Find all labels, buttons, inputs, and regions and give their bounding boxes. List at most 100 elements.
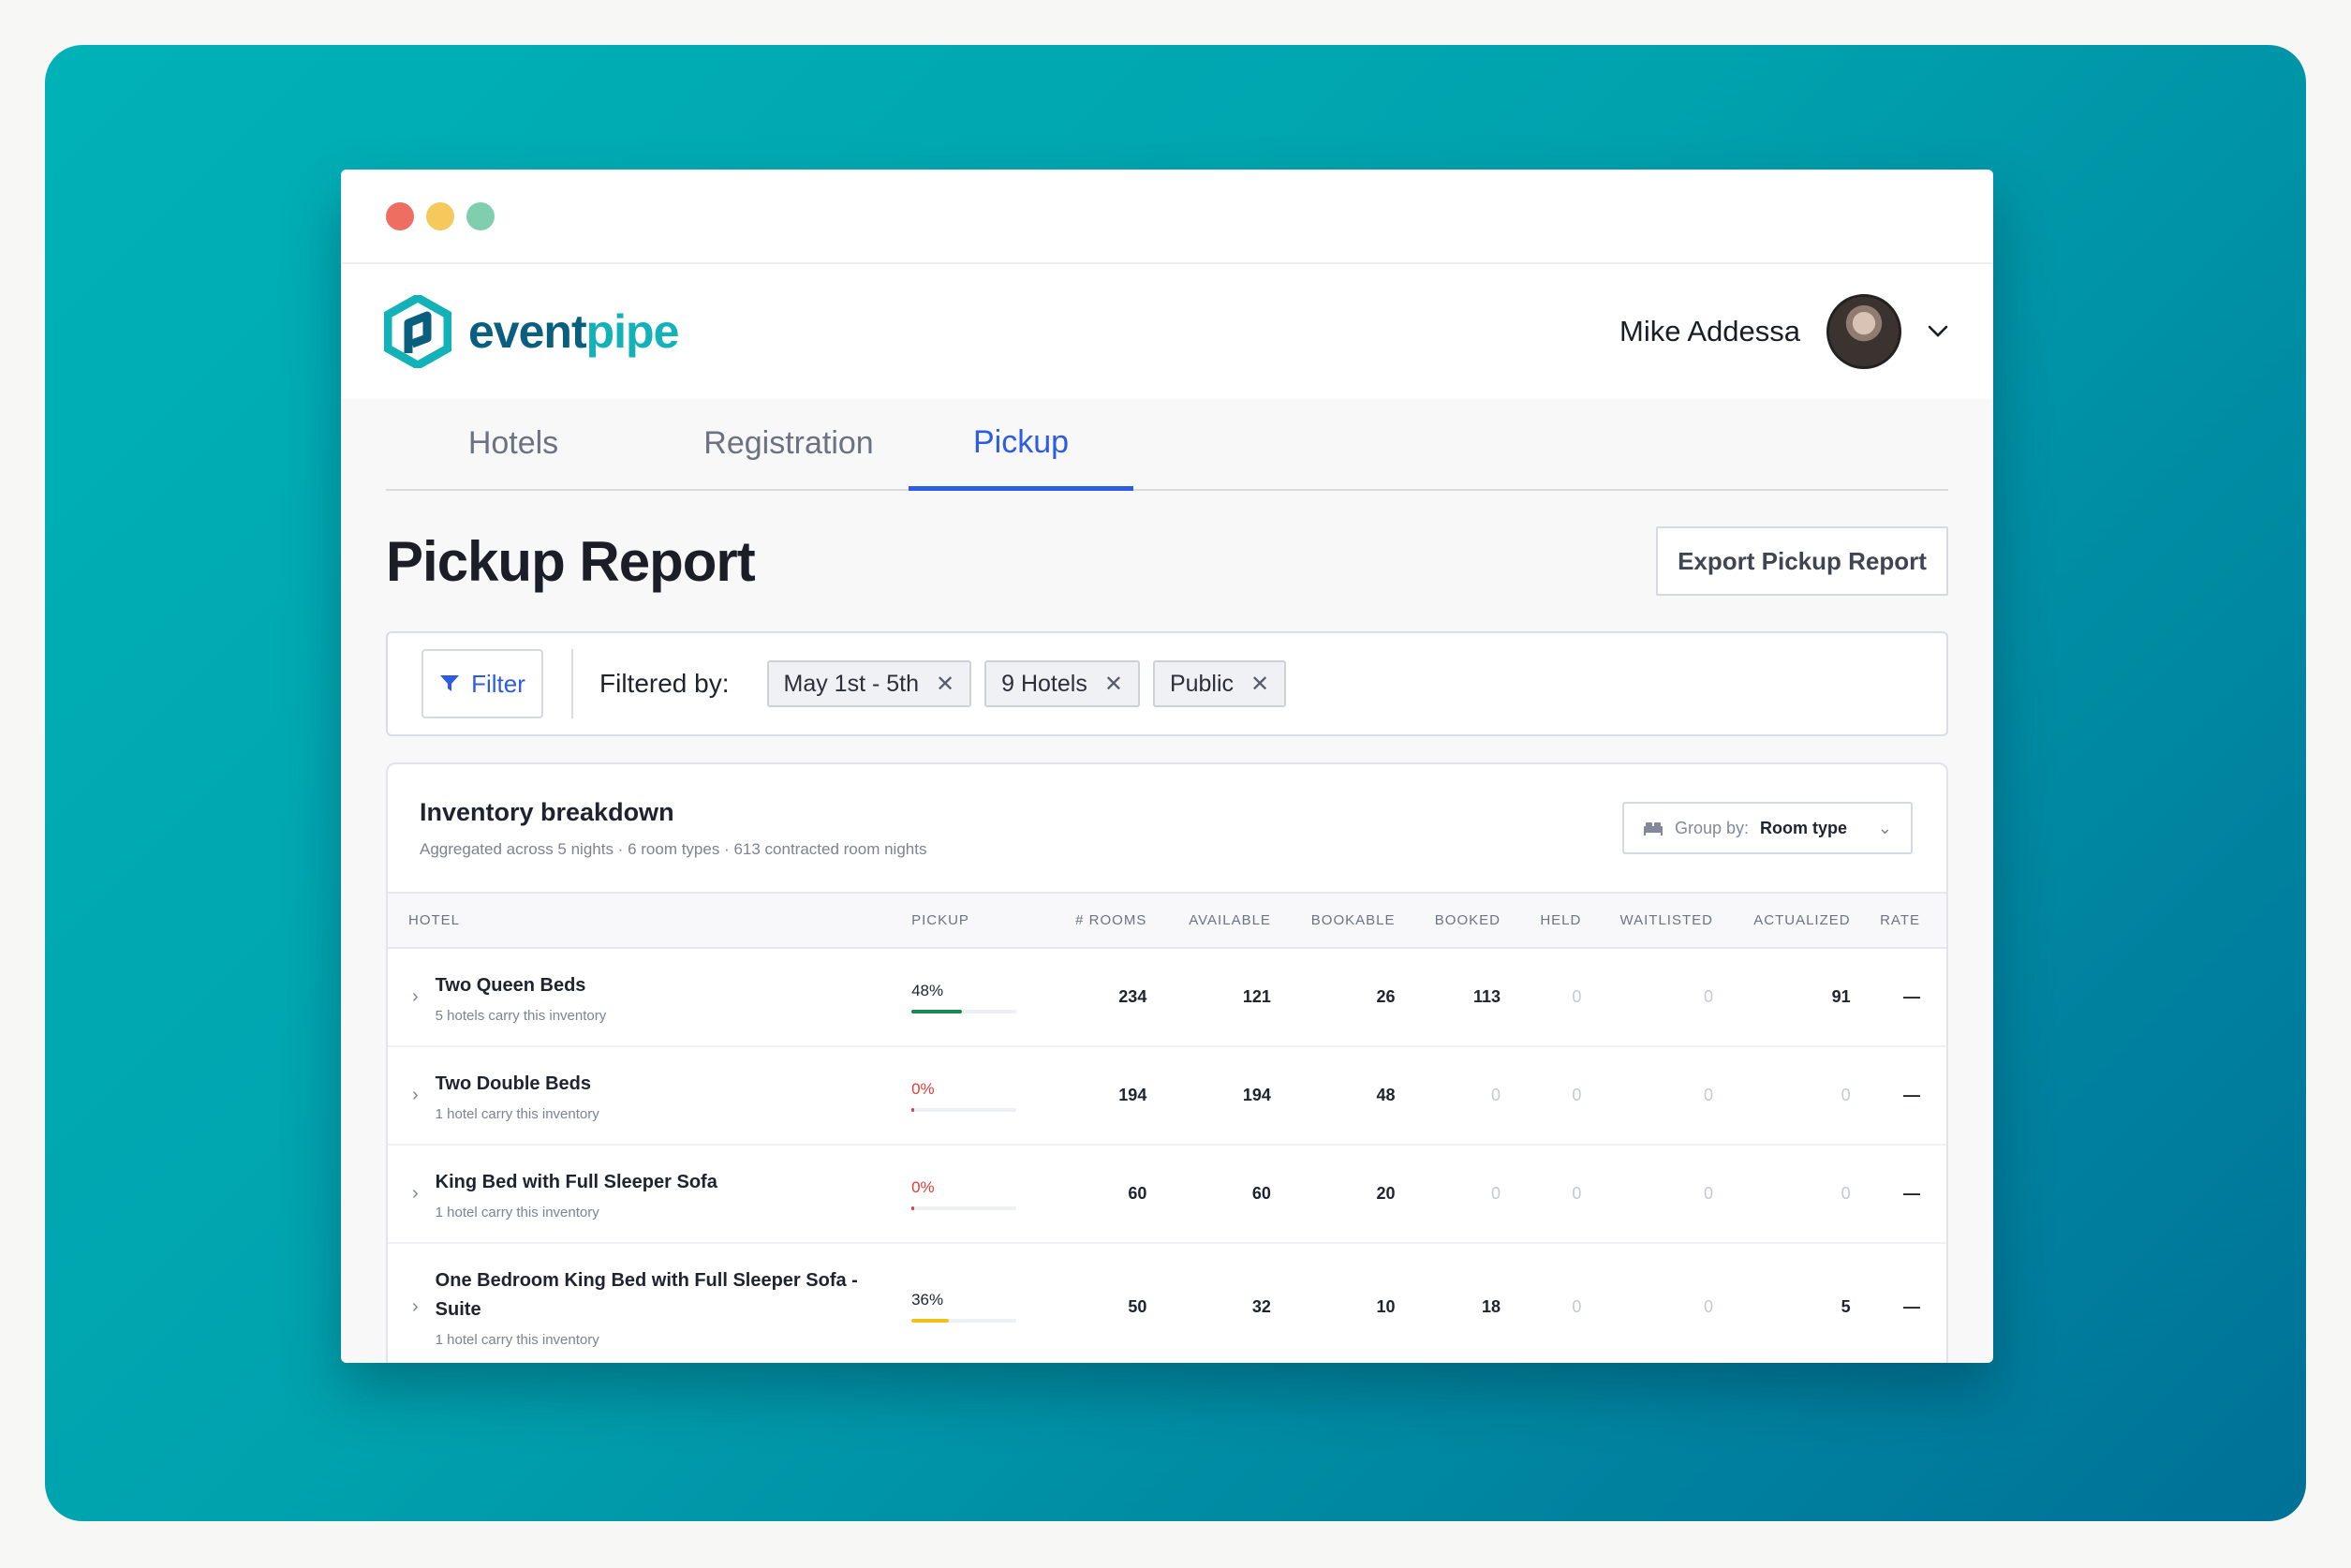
actualized-cell: 5 bbox=[1738, 1243, 1877, 1363]
page-title: Pickup Report bbox=[386, 529, 756, 593]
maximize-window-button[interactable] bbox=[466, 201, 495, 230]
column-header-rooms[interactable]: # ROOMS bbox=[1044, 894, 1174, 949]
table-row[interactable]: › King Bed with Full Sleeper Sofa 1 hote… bbox=[388, 1145, 1946, 1244]
actualized-cell: 91 bbox=[1738, 948, 1877, 1047]
pickup-percent: 48% bbox=[911, 981, 944, 999]
pickup-percent: 36% bbox=[911, 1291, 944, 1309]
group-by-value: Room type bbox=[1760, 818, 1848, 837]
column-header-booked[interactable]: BOOKED bbox=[1421, 894, 1527, 949]
tab-pickup[interactable]: Pickup bbox=[909, 399, 1133, 491]
filter-button[interactable]: Filter bbox=[421, 649, 543, 718]
chevron-right-icon[interactable]: › bbox=[412, 986, 419, 1008]
close-icon[interactable]: ✕ bbox=[936, 671, 954, 698]
booked-cell: 113 bbox=[1421, 948, 1527, 1047]
column-header-hotel[interactable]: HOTEL bbox=[388, 894, 905, 949]
divider bbox=[571, 649, 573, 718]
window-titlebar bbox=[341, 170, 1993, 264]
close-window-button[interactable] bbox=[386, 201, 414, 230]
table-row[interactable]: › Two Queen Beds 5 hotels carry this inv… bbox=[388, 948, 1946, 1047]
column-header-rate[interactable]: RATE bbox=[1876, 894, 1946, 949]
rate-cell: — bbox=[1876, 1046, 1946, 1146]
brand-name-part1: event bbox=[468, 305, 587, 358]
rooms-cell: 50 bbox=[1044, 1243, 1174, 1363]
rate-cell: — bbox=[1876, 1243, 1946, 1363]
minimize-window-button[interactable] bbox=[426, 201, 454, 230]
close-icon[interactable]: ✕ bbox=[1104, 671, 1123, 698]
funnel-icon bbox=[440, 675, 460, 691]
export-pickup-report-button[interactable]: Export Pickup Report bbox=[1656, 526, 1948, 596]
room-type-name: King Bed with Full Sleeper Sofa bbox=[435, 1171, 717, 1192]
room-type-subtitle: 1 hotel carry this inventory bbox=[435, 1204, 599, 1220]
column-header-actualized[interactable]: ACTUALIZED bbox=[1738, 894, 1877, 949]
brand-name-part2: pipe bbox=[585, 305, 680, 358]
app-window: eventpipe Mike Addessa Hotels Registrati… bbox=[341, 170, 1993, 1363]
column-header-available[interactable]: AVAILABLE bbox=[1173, 894, 1297, 949]
pickup-progress-fill bbox=[911, 1107, 914, 1112]
pickup-progress-bar bbox=[911, 1206, 1017, 1210]
chevron-right-icon[interactable]: › bbox=[412, 1183, 419, 1205]
user-name: Mike Addessa bbox=[1619, 315, 1800, 348]
pickup-progress-bar bbox=[911, 1009, 1017, 1013]
filter-chip-public[interactable]: Public ✕ bbox=[1152, 660, 1287, 707]
held-cell: 0 bbox=[1526, 1145, 1608, 1244]
available-cell: 32 bbox=[1173, 1243, 1297, 1363]
filter-chip-dates[interactable]: May 1st - 5th ✕ bbox=[766, 660, 972, 707]
pickup-percent: 0% bbox=[911, 1177, 935, 1196]
table-header-row: HOTEL PICKUP # ROOMS AVAILABLE BOOKABLE … bbox=[388, 894, 1946, 949]
tab-hotels[interactable]: Hotels bbox=[429, 397, 598, 489]
chevron-down-icon[interactable] bbox=[1928, 325, 1948, 338]
column-header-pickup[interactable]: PICKUP bbox=[904, 894, 1045, 949]
inventory-panel: Inventory breakdown Aggregated across 5 … bbox=[386, 762, 1948, 1363]
bookable-cell: 10 bbox=[1296, 1243, 1422, 1363]
available-cell: 60 bbox=[1173, 1145, 1297, 1244]
chevron-down-icon: ⌄ bbox=[1877, 818, 1892, 837]
pickup-progress-fill bbox=[911, 1009, 962, 1013]
held-cell: 0 bbox=[1526, 948, 1608, 1047]
hotel-cell: › One Bedroom King Bed with Full Sleeper… bbox=[388, 1243, 905, 1363]
tab-registration[interactable]: Registration bbox=[667, 397, 910, 489]
waitlisted-cell: 0 bbox=[1607, 1243, 1739, 1363]
table-row[interactable]: › One Bedroom King Bed with Full Sleeper… bbox=[388, 1243, 1946, 1363]
user-menu[interactable]: Mike Addessa bbox=[1619, 294, 1948, 369]
rooms-cell: 234 bbox=[1044, 948, 1174, 1047]
hotel-cell: › Two Double Beds 1 hotel carry this inv… bbox=[388, 1046, 905, 1146]
actualized-cell: 0 bbox=[1738, 1145, 1877, 1244]
hotel-cell: › King Bed with Full Sleeper Sofa 1 hote… bbox=[388, 1145, 905, 1244]
column-header-bookable[interactable]: BOOKABLE bbox=[1296, 894, 1422, 949]
group-by-select[interactable]: Group by: Room type ⌄ bbox=[1622, 802, 1913, 854]
waitlisted-cell: 0 bbox=[1607, 948, 1739, 1047]
filter-bar: Filter Filtered by: May 1st - 5th ✕ 9 Ho… bbox=[386, 631, 1948, 736]
brand-logo[interactable]: eventpipe bbox=[384, 295, 680, 368]
filtered-by-label: Filtered by: bbox=[599, 669, 730, 698]
column-header-waitlisted[interactable]: WAITLISTED bbox=[1607, 894, 1739, 949]
room-type-subtitle: 5 hotels carry this inventory bbox=[435, 1007, 607, 1024]
booked-cell: 18 bbox=[1421, 1243, 1527, 1363]
pickup-cell: 0% bbox=[904, 1145, 1045, 1244]
rate-cell: — bbox=[1876, 948, 1946, 1047]
pickup-progress-fill bbox=[911, 1319, 950, 1323]
pickup-percent: 0% bbox=[911, 1079, 935, 1098]
filter-chip-hotels[interactable]: 9 Hotels ✕ bbox=[984, 660, 1140, 707]
chevron-right-icon[interactable]: › bbox=[412, 1296, 419, 1318]
inventory-subtitle: Aggregated across 5 nights · 6 room type… bbox=[420, 839, 927, 858]
filter-chip-label: 9 Hotels bbox=[1001, 670, 1087, 697]
available-cell: 121 bbox=[1173, 948, 1297, 1047]
rooms-cell: 194 bbox=[1044, 1046, 1174, 1146]
inventory-title: Inventory breakdown bbox=[420, 797, 674, 826]
room-type-name: Two Queen Beds bbox=[435, 974, 586, 996]
bookable-cell: 20 bbox=[1296, 1145, 1422, 1244]
avatar[interactable] bbox=[1826, 294, 1901, 369]
room-type-subtitle: 1 hotel carry this inventory bbox=[435, 1105, 599, 1122]
brand-name: eventpipe bbox=[468, 304, 680, 359]
pickup-cell: 0% bbox=[904, 1046, 1045, 1146]
room-type-subtitle: 1 hotel carry this inventory bbox=[435, 1331, 599, 1348]
booked-cell: 0 bbox=[1421, 1145, 1527, 1244]
close-icon[interactable]: ✕ bbox=[1250, 671, 1269, 698]
pickup-progress-fill bbox=[911, 1206, 914, 1210]
booked-cell: 0 bbox=[1421, 1046, 1527, 1146]
table-row[interactable]: › Two Double Beds 1 hotel carry this inv… bbox=[388, 1046, 1946, 1146]
held-cell: 0 bbox=[1526, 1046, 1608, 1146]
column-header-held[interactable]: HELD bbox=[1526, 894, 1608, 949]
chevron-right-icon[interactable]: › bbox=[412, 1085, 419, 1106]
pickup-progress-bar bbox=[911, 1107, 1017, 1112]
